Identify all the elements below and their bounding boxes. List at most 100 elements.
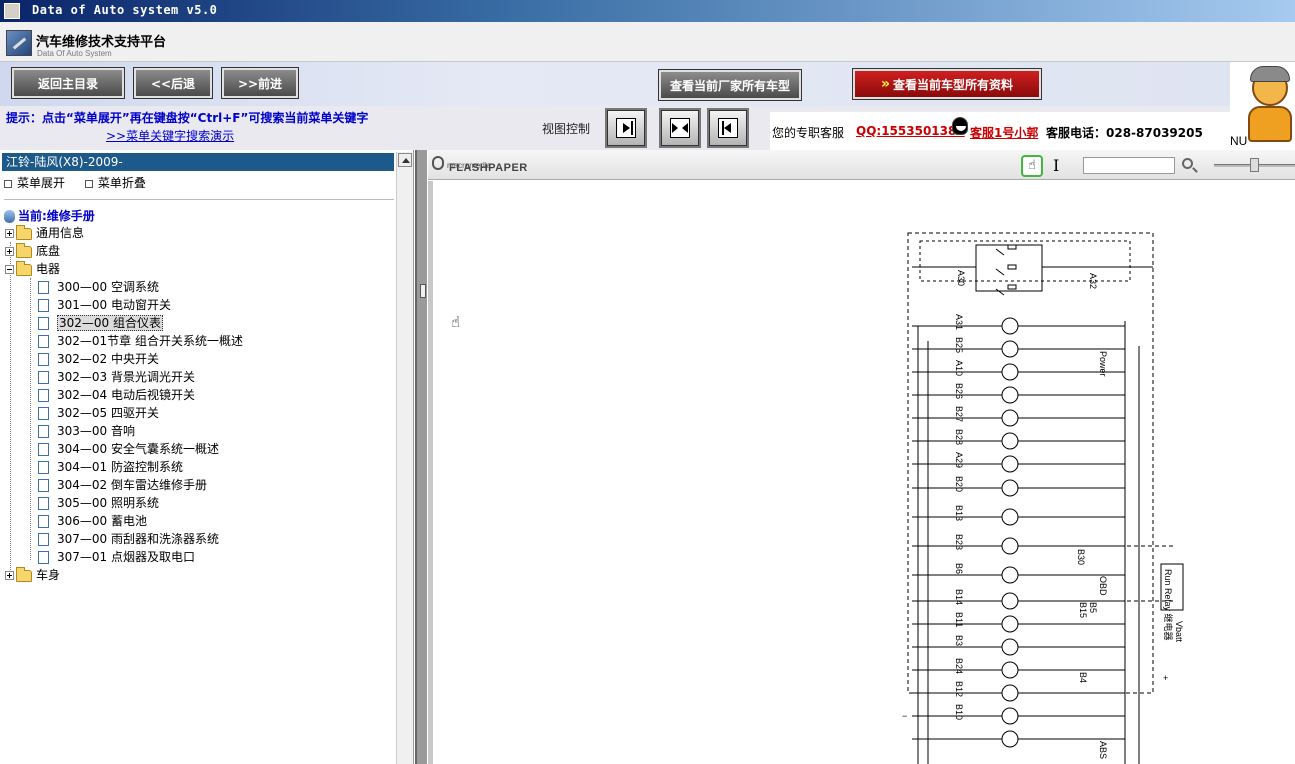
tree-item[interactable]: 307—00 雨刮器和洗涤器系统 bbox=[38, 530, 219, 548]
menu-expand-button[interactable]: 菜单展开 bbox=[4, 176, 73, 190]
tree-item[interactable]: 303—00 音响 bbox=[38, 422, 135, 440]
pin-label: B28 bbox=[954, 429, 964, 445]
gauge-indicator-icon bbox=[1001, 707, 1019, 725]
group-label: Power bbox=[1098, 351, 1108, 377]
tree-item-selected[interactable]: 302—00 组合仪表 bbox=[38, 314, 163, 332]
tree-item-label: 301—00 电动窗开关 bbox=[57, 298, 171, 312]
zoom-slider-thumb[interactable] bbox=[1250, 158, 1259, 172]
menu-collapse-button[interactable]: 菜单折叠 bbox=[84, 176, 154, 190]
tree-item-label: 302—01节章 组合开关系统一概述 bbox=[57, 334, 243, 348]
tree-folder-body[interactable]: 车身 bbox=[5, 566, 60, 584]
tree-folder-label: 车身 bbox=[36, 568, 61, 582]
tree-item[interactable]: 302—02 中央开关 bbox=[38, 350, 159, 368]
hand-tool-icon[interactable]: ☝ bbox=[1021, 155, 1043, 177]
collapse-minus-icon[interactable] bbox=[5, 265, 14, 274]
back-button[interactable]: <<后退 bbox=[133, 67, 213, 99]
tree-item-label: 302—05 四驱开关 bbox=[57, 406, 159, 420]
gauge-indicator-icon bbox=[1001, 409, 1019, 427]
menu-expand-label: 菜单展开 bbox=[17, 176, 66, 190]
tree-item[interactable]: 306—00 蓄电池 bbox=[38, 512, 147, 530]
tools-logo-icon bbox=[6, 30, 32, 56]
tree-folder-general[interactable]: 通用信息 bbox=[5, 224, 84, 242]
expand-plus-icon[interactable] bbox=[5, 571, 14, 580]
qq-penguin-icon[interactable] bbox=[952, 117, 968, 135]
view-split-button[interactable] bbox=[659, 108, 701, 148]
relay-label: Run Relay 继电器 bbox=[1163, 569, 1174, 641]
document-icon bbox=[38, 299, 49, 312]
tree-item[interactable]: 302—04 电动后视镜开关 bbox=[38, 386, 195, 404]
mascot-cap bbox=[1250, 66, 1290, 82]
panel-splitter[interactable] bbox=[415, 150, 427, 764]
resistor-icon bbox=[1007, 244, 1017, 250]
tree-item[interactable]: 304—00 安全气囊系统一概述 bbox=[38, 440, 219, 458]
square-icon bbox=[84, 179, 93, 188]
viewer-search-input[interactable] bbox=[1083, 157, 1175, 174]
search-demo-link[interactable]: >>菜单关键字搜索演示 bbox=[106, 127, 234, 144]
gauge-indicator-icon bbox=[1001, 537, 1019, 555]
search-icon[interactable] bbox=[1182, 158, 1193, 169]
viewer-toolbar: macromedia FLASHPAPER ☝ I bbox=[428, 150, 1295, 180]
pin-label: B3 bbox=[954, 635, 964, 646]
main-toolbar: 返回主目录 <<后退 >>前进 查看当前厂家所有车型 » 查看当前车型所有资料 bbox=[0, 62, 1230, 106]
view-expand-left-button[interactable] bbox=[707, 108, 749, 148]
tree-folder-chassis[interactable]: 底盘 bbox=[5, 242, 60, 260]
vbatt-label: Vbatt bbox=[1174, 621, 1184, 643]
menu-collapse-label: 菜单折叠 bbox=[97, 176, 146, 190]
tree-item[interactable]: 305—00 照明系统 bbox=[38, 494, 159, 512]
diode-icon bbox=[995, 248, 1005, 256]
sidebar-scrollbar[interactable] bbox=[396, 152, 413, 764]
gauge-indicator-icon bbox=[1001, 638, 1019, 656]
all-models-button[interactable]: 查看当前厂家所有车型 bbox=[658, 69, 802, 101]
group-label: ABS bbox=[1098, 741, 1108, 759]
tree-item[interactable]: 304—01 防盗控制系统 bbox=[38, 458, 183, 476]
tree-item[interactable]: 300—00 空调系统 bbox=[38, 278, 159, 296]
tree-item[interactable]: 301—00 电动窗开关 bbox=[38, 296, 171, 314]
contact-intro: 您的专职客服 bbox=[772, 126, 845, 140]
home-button[interactable]: 返回主目录 bbox=[11, 67, 125, 99]
window-title: Data of Auto system v5.0 bbox=[32, 3, 218, 17]
document-page[interactable]: ☝ A30 A32 A31 B25 A10 B26 B27 B28 A29 B20 B13 B23 B6… bbox=[428, 181, 1295, 764]
tree-folder-electrical[interactable]: 电器 bbox=[5, 260, 60, 278]
document-icon bbox=[38, 515, 49, 528]
forward-button[interactable]: >>前进 bbox=[221, 67, 299, 99]
mascot-image: NU bbox=[1230, 62, 1295, 150]
text-select-icon[interactable]: I bbox=[1053, 156, 1059, 175]
document-icon bbox=[38, 425, 49, 438]
scroll-up-arrow-icon[interactable] bbox=[398, 153, 412, 167]
tree-item-label: 302—02 中央开关 bbox=[57, 352, 159, 366]
qq-link[interactable]: QQ:1553501388 bbox=[856, 124, 965, 138]
tree-item-label: 302—00 组合仪表 bbox=[57, 315, 163, 331]
wiring-diagram: A30 A32 A31 B25 A10 B26 B27 B28 A29 B20 B13 B23 B6 B1… bbox=[902, 232, 1184, 764]
document-icon bbox=[38, 461, 49, 474]
all-docs-button[interactable]: » 查看当前车型所有资料 bbox=[852, 68, 1042, 100]
pin-label: B24 bbox=[954, 658, 964, 674]
pin-label: B20 bbox=[954, 476, 964, 492]
document-icon bbox=[38, 371, 49, 384]
arrow-right-bar-icon bbox=[616, 118, 636, 138]
pin-label: A10 bbox=[954, 360, 964, 376]
diode-icon bbox=[995, 288, 1005, 296]
tree-folder-label: 底盘 bbox=[36, 244, 61, 258]
flashpaper-logo: macromedia FLASHPAPER bbox=[432, 156, 528, 174]
expand-plus-icon[interactable] bbox=[5, 247, 14, 256]
document-icon bbox=[38, 353, 49, 366]
tree-item-label: 306—00 蓄电池 bbox=[57, 514, 147, 528]
expand-plus-icon[interactable] bbox=[5, 229, 14, 238]
tree-item-label: 304—00 安全气囊系统一概述 bbox=[57, 442, 219, 456]
tree-item[interactable]: 302—01节章 组合开关系统一概述 bbox=[38, 332, 243, 350]
gauge-indicator-icon bbox=[1001, 730, 1019, 748]
splitter-grip[interactable] bbox=[420, 284, 426, 298]
square-icon bbox=[4, 179, 12, 188]
all-docs-label: 查看当前车型所有资料 bbox=[893, 77, 1014, 92]
gauge-indicator-icon bbox=[1001, 340, 1019, 358]
tree-item-label: 302—03 背景光调光开关 bbox=[57, 370, 195, 384]
gauge-indicator-icon bbox=[1001, 317, 1019, 335]
tree-item[interactable]: 302—05 四驱开关 bbox=[38, 404, 159, 422]
tree-item[interactable]: 307—01 点烟器及取电口 bbox=[38, 548, 195, 566]
view-expand-right-button[interactable] bbox=[605, 108, 647, 148]
tree-item[interactable]: 302—03 背景光调光开关 bbox=[38, 368, 195, 386]
agent-link[interactable]: 客服1号小郭 bbox=[970, 124, 1038, 141]
group-label: OBD bbox=[1098, 576, 1108, 596]
tree-item[interactable]: 304—02 倒车雷达维修手册 bbox=[38, 476, 207, 494]
gauge-indicator-icon bbox=[1001, 592, 1019, 610]
